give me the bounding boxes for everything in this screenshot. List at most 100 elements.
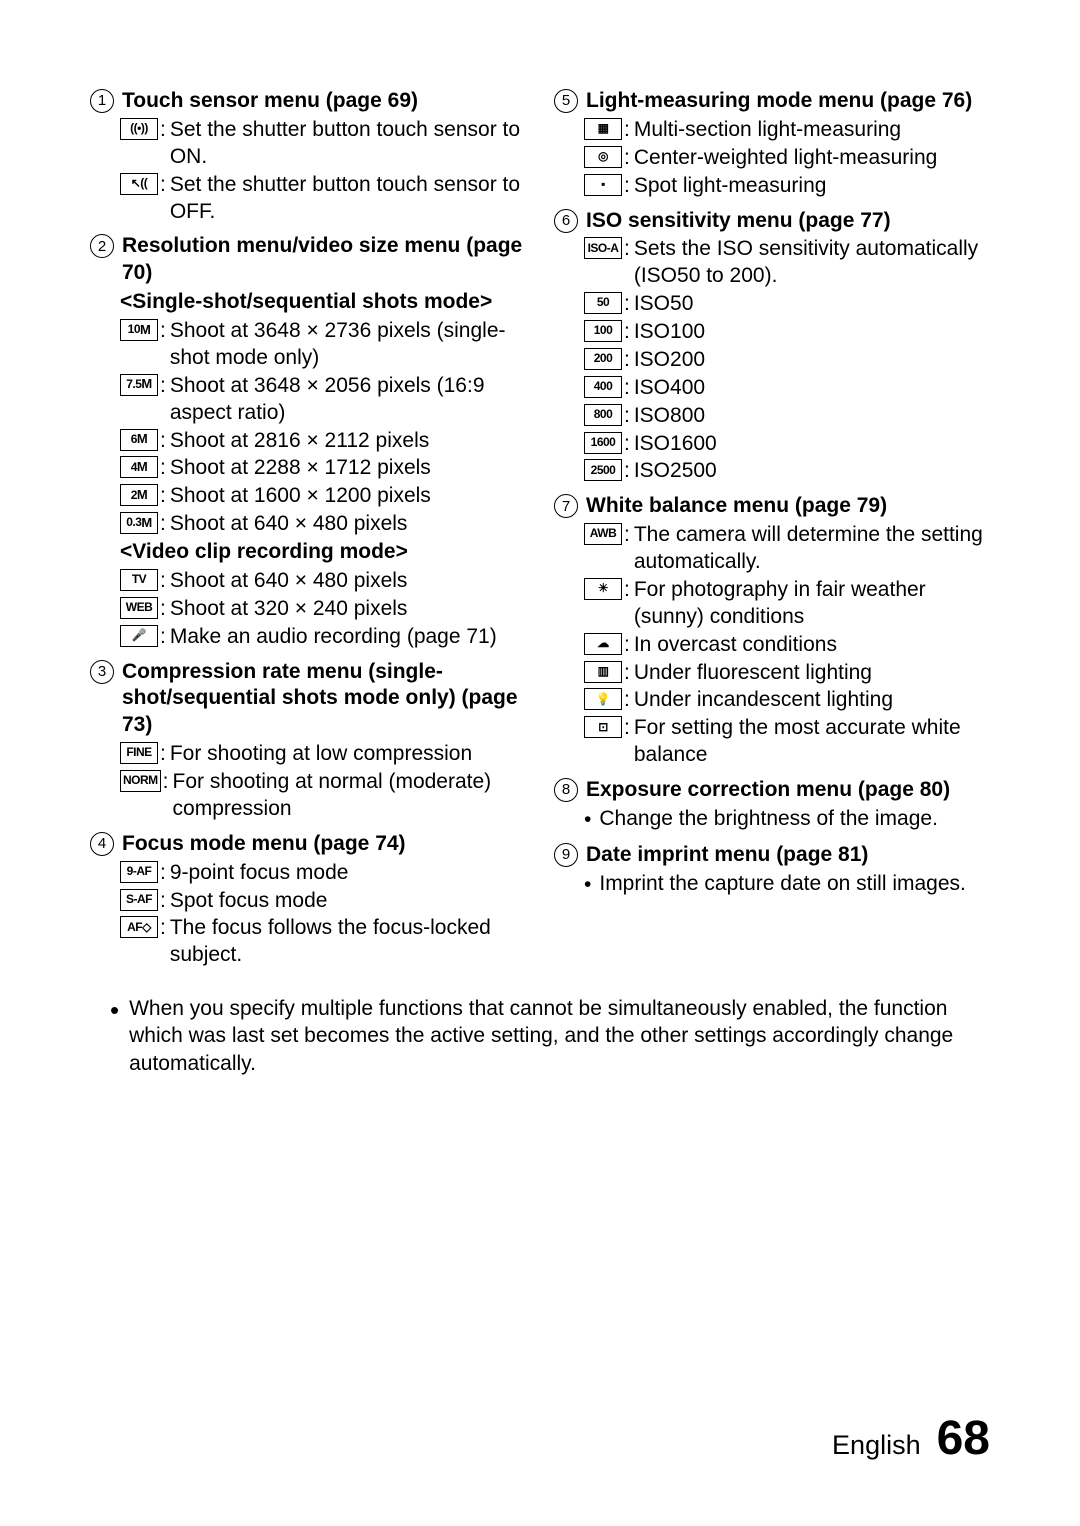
colon: : [624,522,630,549]
section-title: ISO sensitivity menu (page 77) [586,208,891,235]
colon: : [624,117,630,144]
section-heading: 8Exposure correction menu (page 80) [554,777,990,804]
mode-icon: 1600 [584,432,622,454]
mode-icon: WEB [120,597,158,619]
item-description: ISO400 [634,375,990,402]
section-heading: 5Light-measuring mode menu (page 76) [554,88,990,115]
item-description: Center-weighted light-measuring [634,145,990,172]
item-description: Spot light-measuring [634,173,990,200]
section-heading: 7 White balance menu (page 79) [554,493,990,520]
menu-section: 2Resolution menu/video size menu (page 7… [90,233,526,650]
mode-icon: 50 [584,292,622,314]
menu-item: 800:ISO800 [584,403,990,430]
item-description: ISO100 [634,319,990,346]
mode-icon: 10M [120,319,158,341]
mode-icon: 0.3M [120,512,158,534]
section-number-icon: 7 [554,494,578,518]
item-description: Shoot at 640 × 480 pixels [170,511,526,538]
item-description: Sets the ISO sensitivity automatically (… [634,236,990,290]
menu-item: AF◇:The focus follows the focus-locked s… [120,915,526,969]
item-description: For shooting at normal (moderate) compre… [173,769,526,823]
item-description: Shoot at 3648 × 2736 pixels (single-shot… [170,318,526,372]
item-description: For shooting at low compression [170,741,526,768]
colon: : [160,483,166,510]
mode-icon: ▥ [584,661,622,683]
menu-item: WEB:Shoot at 320 × 240 pixels [120,596,526,623]
menu-item: ((•)):Set the shutter button touch senso… [120,117,526,171]
menu-item: 9-AF:9-point focus mode [120,860,526,887]
mode-icon: ((•)) [120,118,158,140]
bullet-item: •Change the brightness of the image. [584,806,990,834]
colon: : [163,769,169,796]
colon: : [160,741,166,768]
menu-item: 0.3M:Shoot at 640 × 480 pixels [120,511,526,538]
colon: : [624,236,630,263]
item-description: Multi-section light-measuring [634,117,990,144]
colon: : [624,347,630,374]
items-group: AWB:The camera will determine the settin… [584,522,990,769]
two-columns: 1Touch sensor menu (page 69) ((•)): Set th… [90,88,990,977]
item-description: Set the shutter button touch sensor to O… [170,172,526,226]
colon: : [624,632,630,659]
section-heading: 3Compression rate menu (single-shot/sequ… [90,659,526,740]
section-heading: 1Touch sensor menu (page 69) [90,88,526,115]
menu-item: ISO-A:Sets the ISO sensitivity automatic… [584,236,990,290]
bullet-icon: • [584,872,591,899]
item-description: Under incandescent lighting [634,687,990,714]
menu-item: NORM:For shooting at normal (moderate) c… [120,769,526,823]
mode-icon: 100 [584,320,622,342]
menu-item: 💡:Under incandescent lighting [584,687,990,714]
mode-icon: ☀ [584,578,622,600]
footnote: • When you specify multiple functions th… [90,995,990,1077]
mode-icon: ISO-A [584,237,622,259]
menu-item: 200:ISO200 [584,347,990,374]
section-number-icon: 6 [554,209,578,233]
menu-item: ☀:For photography in fair weather (sunny… [584,577,990,631]
menu-item: S-AF:Spot focus mode [120,888,526,915]
bullet-item: • Imprint the capture date on still image… [584,871,990,899]
left-column: 1Touch sensor menu (page 69) ((•)): Set th… [90,88,526,977]
bullet-text: Change the brightness of the image. [599,806,990,833]
item-description: The camera will determine the setting au… [634,522,990,576]
item-description: Shoot at 2816 × 2112 pixels [170,428,526,455]
footer-language: English [832,1430,921,1461]
menu-item: 🎤:Make an audio recording (page 71) [120,624,526,651]
item-description: For setting the most accurate white bala… [634,715,990,769]
item-description: For photography in fair weather (sunny) … [634,577,990,631]
bullet-icon: • [110,997,119,1023]
colon: : [160,860,166,887]
items-group: 9-AF:9-point focus modeS-AF:Spot focus m… [120,860,526,970]
colon: : [160,511,166,538]
menu-item: 400:ISO400 [584,375,990,402]
mode-icon: 💡 [584,688,622,710]
item-description: Shoot at 3648 × 2056 pixels (16:9 aspect… [170,373,526,427]
menu-item: 50:ISO50 [584,291,990,318]
section-subhead: <Single-shot/sequential shots mode> [120,289,526,316]
bullet-text: Imprint the capture date on still images… [599,871,990,898]
item-description: Shoot at 640 × 480 pixels [170,568,526,595]
menu-section: 5Light-measuring mode menu (page 76) ▦:Mu… [554,88,990,200]
colon: : [160,624,166,651]
section-title: White balance menu (page 79) [586,493,887,520]
colon: : [624,403,630,430]
footer-page-number: 68 [937,1411,990,1466]
colon: : [160,888,166,915]
section-number-icon: 2 [90,234,114,258]
section-number-icon: 4 [90,832,114,856]
item-description: ISO2500 [634,458,990,485]
mode-icon: 2M [120,484,158,506]
colon: : [624,687,630,714]
item-description: Under fluorescent lighting [634,660,990,687]
mode-icon: NORM [120,770,161,792]
items-group: ((•)): Set the shutter button touch senso… [120,117,526,226]
item-description: 9-point focus mode [170,860,526,887]
item-description: Shoot at 320 × 240 pixels [170,596,526,623]
mode-icon: TV [120,569,158,591]
colon: : [624,715,630,742]
colon: : [160,117,166,144]
colon: : [160,455,166,482]
mode-icon: ▦ [584,118,622,140]
page-footer: English 68 [832,1411,990,1466]
menu-section: 8Exposure correction menu (page 80)•Chan… [554,777,990,834]
colon: : [624,458,630,485]
